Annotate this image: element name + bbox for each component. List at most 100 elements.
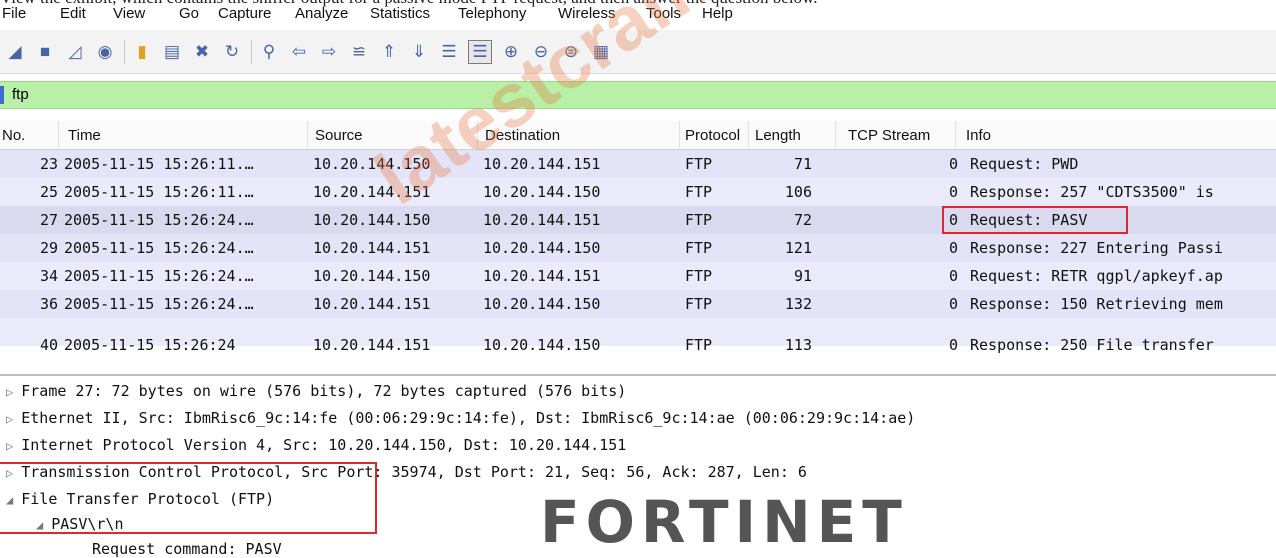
column-header-no[interactable]: No. [2,127,25,144]
detail-request-command[interactable]: Request command: PASV [92,540,282,558]
menu-go[interactable]: Go [179,5,199,22]
menu-wireless[interactable]: Wireless [558,5,616,22]
column-divider [679,121,680,149]
cell-source: 10.20.144.150 [313,155,431,173]
cell-time: 2005-11-15 15:26:24.… [64,267,254,285]
cell-source: 10.20.144.151 [313,183,431,201]
cell-info: Response: 150 Retrieving mem [970,295,1223,313]
last-packet-icon[interactable]: ⇓ [408,41,430,63]
options-gear-icon[interactable]: ◉ [94,41,116,63]
column-header-protocol[interactable]: Protocol [685,127,740,144]
display-filter-input[interactable]: ftp [12,86,29,103]
expand-arrow-icon[interactable]: ▷ [6,439,13,453]
zoom-in-icon[interactable]: ⊕ [500,41,522,63]
bookmark-icon[interactable] [0,86,4,104]
cell-length: 121 [784,239,812,257]
go-back-icon[interactable]: ⇦ [288,41,310,63]
cell-time: 2005-11-15 15:26:24.… [64,295,254,313]
zoom-out-icon[interactable]: ⊖ [530,41,552,63]
fortinet-logo: FORTINET [540,488,908,556]
column-divider [307,121,308,149]
packet-row[interactable]: 29 2005-11-15 15:26:24.… 10.20.144.151 1… [0,234,1276,262]
detail-ethernet[interactable]: ▷ Ethernet II, Src: IbmRisc6_9c:14:fe (00… [6,409,915,427]
menu-analyze[interactable]: Analyze [295,5,348,22]
detail-request-command-text: Request command: PASV [92,540,282,558]
cell-source: 10.20.144.150 [313,211,431,229]
detail-ip[interactable]: ▷ Internet Protocol Version 4, Src: 10.20… [6,436,626,454]
menu-tools[interactable]: Tools [646,5,681,22]
cell-info: Response: 227 Entering Passi [970,239,1223,257]
cell-time: 2005-11-15 15:26:11.… [64,155,254,173]
menu-telephony[interactable]: Telephony [458,5,526,22]
column-divider [835,121,836,149]
menu-capture[interactable]: Capture [218,5,271,22]
resize-columns-icon[interactable]: ▦ [590,41,612,63]
menu-help[interactable]: Help [702,5,733,22]
packet-list-header: No. Time Source Destination Protocol Len… [0,121,1276,150]
column-divider [477,121,478,149]
cell-info: Response: 257 "CDTS3500" is [970,183,1214,201]
cell-no: 29 [39,239,58,257]
save-file-icon[interactable]: ▤ [161,41,183,63]
display-filter-bar[interactable]: ftp [0,81,1276,109]
cell-destination: 10.20.144.151 [483,267,601,285]
menu-statistics[interactable]: Statistics [370,5,430,22]
column-header-length[interactable]: Length [755,127,801,144]
column-header-info[interactable]: Info [966,127,991,144]
expand-arrow-icon[interactable]: ▷ [6,412,13,426]
cell-destination: 10.20.144.150 [483,239,601,257]
cell-tcp-stream: 0 [948,239,958,257]
reload-icon[interactable]: ↻ [221,41,243,63]
detail-ip-text: Internet Protocol Version 4, Src: 10.20.… [21,436,627,454]
column-header-time[interactable]: Time [68,127,101,144]
cell-protocol: FTP [685,336,713,354]
colorize-icon[interactable]: ☰ [468,39,492,64]
open-folder-icon[interactable]: ▮ [131,41,153,63]
cell-tcp-stream: 0 [948,336,958,354]
highlight-box [0,462,377,534]
cell-destination: 10.20.144.151 [483,211,601,229]
expand-arrow-icon[interactable]: ▷ [6,385,13,399]
column-divider [748,121,749,149]
column-header-source[interactable]: Source [315,127,363,144]
cell-length: 113 [784,336,812,354]
cell-info: Response: 250 File transfer [970,336,1214,354]
menu-edit[interactable]: Edit [60,5,86,22]
cell-source: 10.20.144.151 [313,295,431,313]
highlight-box [942,206,1128,234]
packet-row[interactable]: 25 2005-11-15 15:26:11.… 10.20.144.151 1… [0,178,1276,206]
packet-row-selected[interactable]: 27 2005-11-15 15:26:24.… 10.20.144.150 1… [0,206,1276,234]
packet-row[interactable]: 40 2005-11-15 15:26:24 10.20.144.151 10.… [0,318,1276,354]
cell-time: 2005-11-15 15:26:24.… [64,239,254,257]
shark-fin-start-icon[interactable]: ◢ [4,41,26,63]
menu-bar: File Edit View Go Capture Analyze Statis… [0,5,1276,27]
detail-frame[interactable]: ▷ Frame 27: 72 bytes on wire (576 bits), … [6,382,626,400]
cell-no: 40 [39,336,58,354]
go-forward-icon[interactable]: ⇨ [318,41,340,63]
packet-row[interactable]: 34 2005-11-15 15:26:24.… 10.20.144.150 1… [0,262,1276,290]
cell-time: 2005-11-15 15:26:11.… [64,183,254,201]
autoscroll-icon[interactable]: ☰ [438,41,460,63]
normal-size-icon[interactable]: ⊜ [560,41,582,63]
menu-view[interactable]: View [113,5,145,22]
column-divider [58,121,59,149]
find-packet-icon[interactable]: ⚲ [258,41,280,63]
restart-icon[interactable]: ◿ [64,41,86,63]
cell-length: 71 [793,155,812,173]
cell-protocol: FTP [685,239,713,257]
cell-source: 10.20.144.150 [313,267,431,285]
column-header-destination[interactable]: Destination [485,127,560,144]
cell-tcp-stream: 0 [948,295,958,313]
go-to-packet-icon[interactable]: ≌ [348,41,370,63]
packet-row[interactable]: 23 2005-11-15 15:26:11.… 10.20.144.150 1… [0,150,1276,178]
main-toolbar: ◢ ■ ◿ ◉ ▮ ▤ ✖ ↻ ⚲ ⇦ ⇨ ≌ ⇑ ⇓ ☰ ☰ ⊕ ⊖ ⊜ ▦ [0,30,1276,74]
first-packet-icon[interactable]: ⇑ [378,41,400,63]
packet-row[interactable]: 36 2005-11-15 15:26:24.… 10.20.144.151 1… [0,290,1276,318]
cell-no: 34 [39,267,58,285]
cell-destination: 10.20.144.150 [483,336,601,354]
packet-list: 23 2005-11-15 15:26:11.… 10.20.144.150 1… [0,150,1276,374]
stop-icon[interactable]: ■ [34,41,56,63]
column-header-tcp-stream[interactable]: TCP Stream [848,127,930,144]
menu-file[interactable]: File [2,5,26,22]
close-file-icon[interactable]: ✖ [191,41,213,63]
